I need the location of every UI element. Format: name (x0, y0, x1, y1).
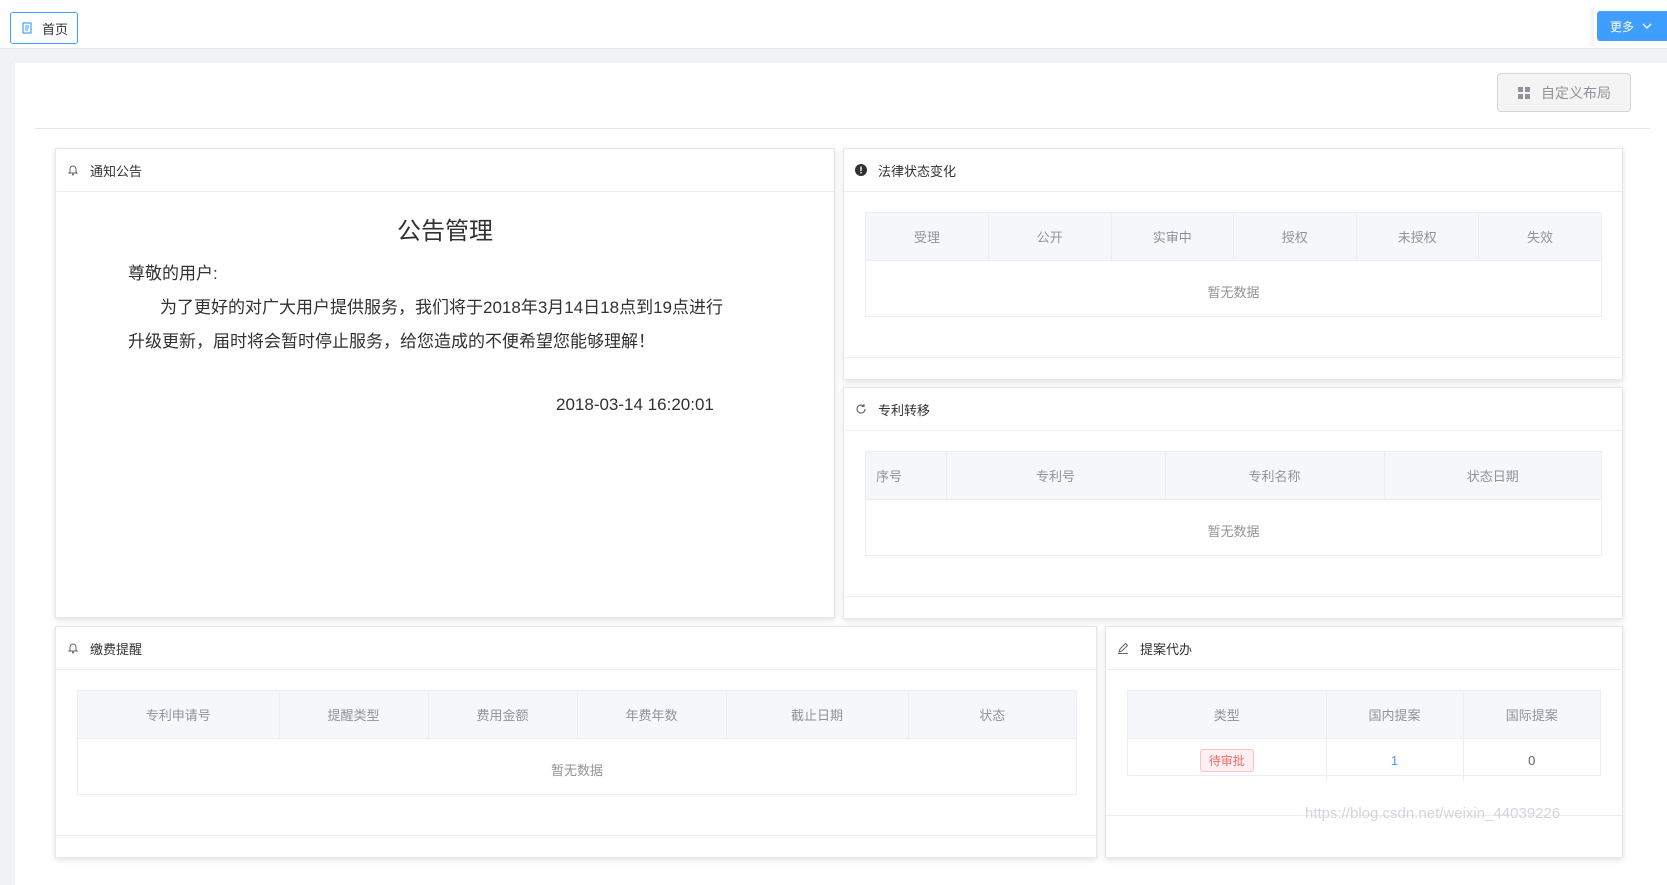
card-footer-divider (844, 357, 1622, 358)
notice-card-header: 通知公告 (56, 149, 834, 192)
empty-text: 暂无数据 (1207, 523, 1260, 539)
table-row: 待审批 1 0 (1128, 738, 1600, 781)
patent-transfer-card: 专利转移 序号 专利号 专利名称 状态日期 暂无数据 (843, 387, 1623, 619)
toolbar-divider (35, 128, 1650, 129)
table-header-row: 序号 专利号 专利名称 状态日期 (866, 452, 1601, 500)
legal-status-table: 受理 公开 实审中 授权 未授权 失效 暂无数据 (865, 212, 1602, 317)
column-header[interactable]: 实审中 (1111, 213, 1234, 261)
notice-title: 公告管理 (397, 218, 493, 245)
notice-body: 尊敬的用户: 为了更好的对广大用户提供服务，我们将于2018年3月14日18点到… (128, 257, 728, 359)
table-row: 暂无数据 (866, 261, 1601, 322)
table-row: 暂无数据 (78, 739, 1076, 800)
patent-transfer-title: 专利转移 (878, 402, 931, 418)
column-header[interactable]: 专利申请号 (78, 691, 280, 739)
column-header[interactable]: 授权 (1233, 213, 1357, 261)
tab-home[interactable]: 首页 (10, 12, 78, 44)
refresh-icon (854, 402, 868, 416)
notice-card-title: 通知公告 (90, 163, 143, 179)
column-header[interactable]: 费用金额 (428, 691, 578, 739)
column-header[interactable]: 类型 (1128, 691, 1327, 739)
fee-reminder-table: 专利申请号 提醒类型 费用金额 年费年数 截止日期 状态 暂无数据 (77, 690, 1077, 795)
column-header[interactable]: 失效 (1478, 213, 1601, 261)
status-badge: 待审批 (1199, 748, 1254, 772)
column-header[interactable]: 专利名称 (1165, 452, 1385, 500)
column-header[interactable]: 受理 (866, 213, 989, 261)
empty-text: 暂无数据 (1207, 284, 1260, 300)
table-header-row: 类型 国内提案 国际提案 (1128, 691, 1600, 739)
table-header-row: 受理 公开 实审中 授权 未授权 失效 (866, 213, 1601, 261)
custom-layout-button[interactable]: 自定义布局 (1497, 73, 1631, 112)
proposal-card: 提案代办 类型 国内提案 国际提案 待审批 1 0 (1105, 626, 1623, 858)
table-header-row: 专利申请号 提醒类型 费用金额 年费年数 截止日期 状态 (78, 691, 1076, 739)
more-button[interactable]: 更多 (1597, 11, 1667, 41)
grid-icon (1517, 86, 1531, 100)
empty-text: 暂无数据 (550, 762, 603, 778)
bell-icon (66, 641, 80, 655)
alert-circle-icon (854, 163, 868, 177)
tab-home-label: 首页 (41, 21, 68, 37)
proposal-title: 提案代办 (1140, 641, 1193, 657)
custom-layout-label: 自定义布局 (1541, 84, 1611, 101)
card-footer-divider (844, 596, 1622, 597)
column-header[interactable]: 国际提案 (1463, 691, 1600, 739)
column-header[interactable]: 专利号 (946, 452, 1166, 500)
notice-greeting: 尊敬的用户: (128, 264, 218, 283)
fee-reminder-card: 缴费提醒 专利申请号 提醒类型 费用金额 年费年数 截止日期 状态 暂无数据 (55, 626, 1097, 858)
column-header[interactable]: 未授权 (1356, 213, 1479, 261)
legal-status-card: 法律状态变化 受理 公开 实审中 授权 未授权 失效 暂无数据 (843, 148, 1623, 380)
fee-reminder-title: 缴费提醒 (90, 641, 143, 657)
proposal-table: 类型 国内提案 国际提案 待审批 1 0 (1127, 690, 1601, 781)
proposal-header: 提案代办 (1106, 627, 1622, 670)
notice-card: 通知公告 公告管理 尊敬的用户: 为了更好的对广大用户提供服务，我们将于2018… (55, 148, 835, 618)
watermark: https://blog.csdn.net/weixin_44039226 (1305, 805, 1561, 822)
patent-transfer-table: 序号 专利号 专利名称 状态日期 暂无数据 (865, 451, 1602, 556)
column-header[interactable]: 截止日期 (726, 691, 909, 739)
domestic-count-link[interactable]: 1 (1326, 738, 1464, 781)
fee-reminder-header: 缴费提醒 (56, 627, 1096, 670)
more-divider (1588, 8, 1594, 46)
legal-status-header: 法律状态变化 (844, 149, 1622, 192)
edit-icon (1116, 641, 1130, 655)
column-header[interactable]: 状态日期 (1384, 452, 1601, 500)
column-header[interactable]: 状态 (908, 691, 1076, 739)
column-header[interactable]: 年费年数 (577, 691, 727, 739)
top-bar: 首页 更多 (0, 0, 1667, 49)
notice-date: 2018-03-14 16:20:01 (556, 395, 714, 414)
more-button-label: 更多 (1609, 19, 1634, 34)
chevron-down-icon (1640, 19, 1654, 33)
type-cell: 待审批 (1128, 738, 1327, 781)
international-count: 0 (1528, 752, 1536, 768)
column-header[interactable]: 公开 (988, 213, 1112, 261)
column-header[interactable]: 序号 (866, 452, 947, 500)
legal-status-title: 法律状态变化 (878, 163, 957, 179)
document-icon (20, 21, 34, 35)
column-header[interactable]: 国内提案 (1326, 691, 1464, 739)
card-footer-divider (56, 835, 1096, 836)
table-row: 暂无数据 (866, 500, 1601, 561)
patent-transfer-header: 专利转移 (844, 388, 1622, 431)
column-header[interactable]: 提醒类型 (279, 691, 429, 739)
notice-text: 为了更好的对广大用户提供服务，我们将于2018年3月14日18点到19点进行升级… (128, 298, 723, 351)
bell-icon (66, 163, 80, 177)
